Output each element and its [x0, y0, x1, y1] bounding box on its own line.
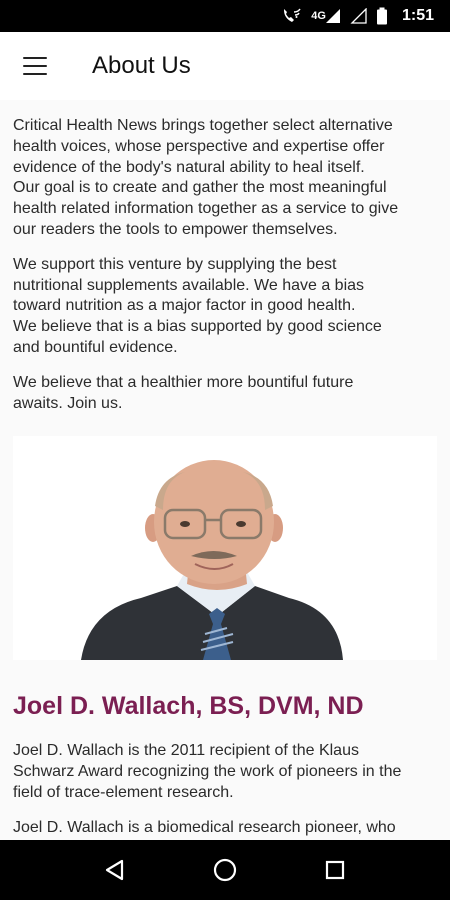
nav-recents-button[interactable] [310, 845, 360, 895]
system-nav-bar [0, 840, 450, 900]
about-content[interactable]: Critical Health News brings together sel… [0, 100, 450, 840]
nav-home-button[interactable] [200, 845, 250, 895]
person-name-heading: Joel D. Wallach, BS, DVM, ND [13, 692, 364, 721]
bio-paragraph-1: Joel D. Wallach is the 2011 recipient of… [13, 742, 402, 801]
cell-signal-empty-icon [350, 6, 368, 26]
portrait-photo [13, 436, 437, 661]
intro-paragraph: Critical Health News brings together sel… [13, 117, 399, 238]
nav-back-button[interactable] [90, 845, 140, 895]
support-paragraph: We support this venture by supplying the… [13, 255, 382, 356]
portrait-illustration [81, 460, 343, 661]
status-bar: 4G 1:51 [0, 0, 450, 32]
page-title: About Us [92, 52, 191, 79]
nav-home-icon [213, 858, 237, 882]
nav-recents-icon [325, 860, 345, 880]
wifi-calling-icon [281, 6, 303, 26]
app-bar: About Us [0, 32, 450, 100]
nav-back-icon [105, 859, 124, 881]
menu-button[interactable] [0, 32, 70, 100]
hamburger-menu-icon [23, 57, 47, 75]
bio-paragraph-2: Joel D. Wallach is a biomedical research… [13, 818, 396, 836]
clock-time: 1:51 [401, 7, 434, 24]
battery-icon [376, 6, 388, 26]
cell-signal-icon: 4G [311, 6, 342, 26]
future-paragraph: We believe that a healthier more bountif… [13, 373, 354, 412]
